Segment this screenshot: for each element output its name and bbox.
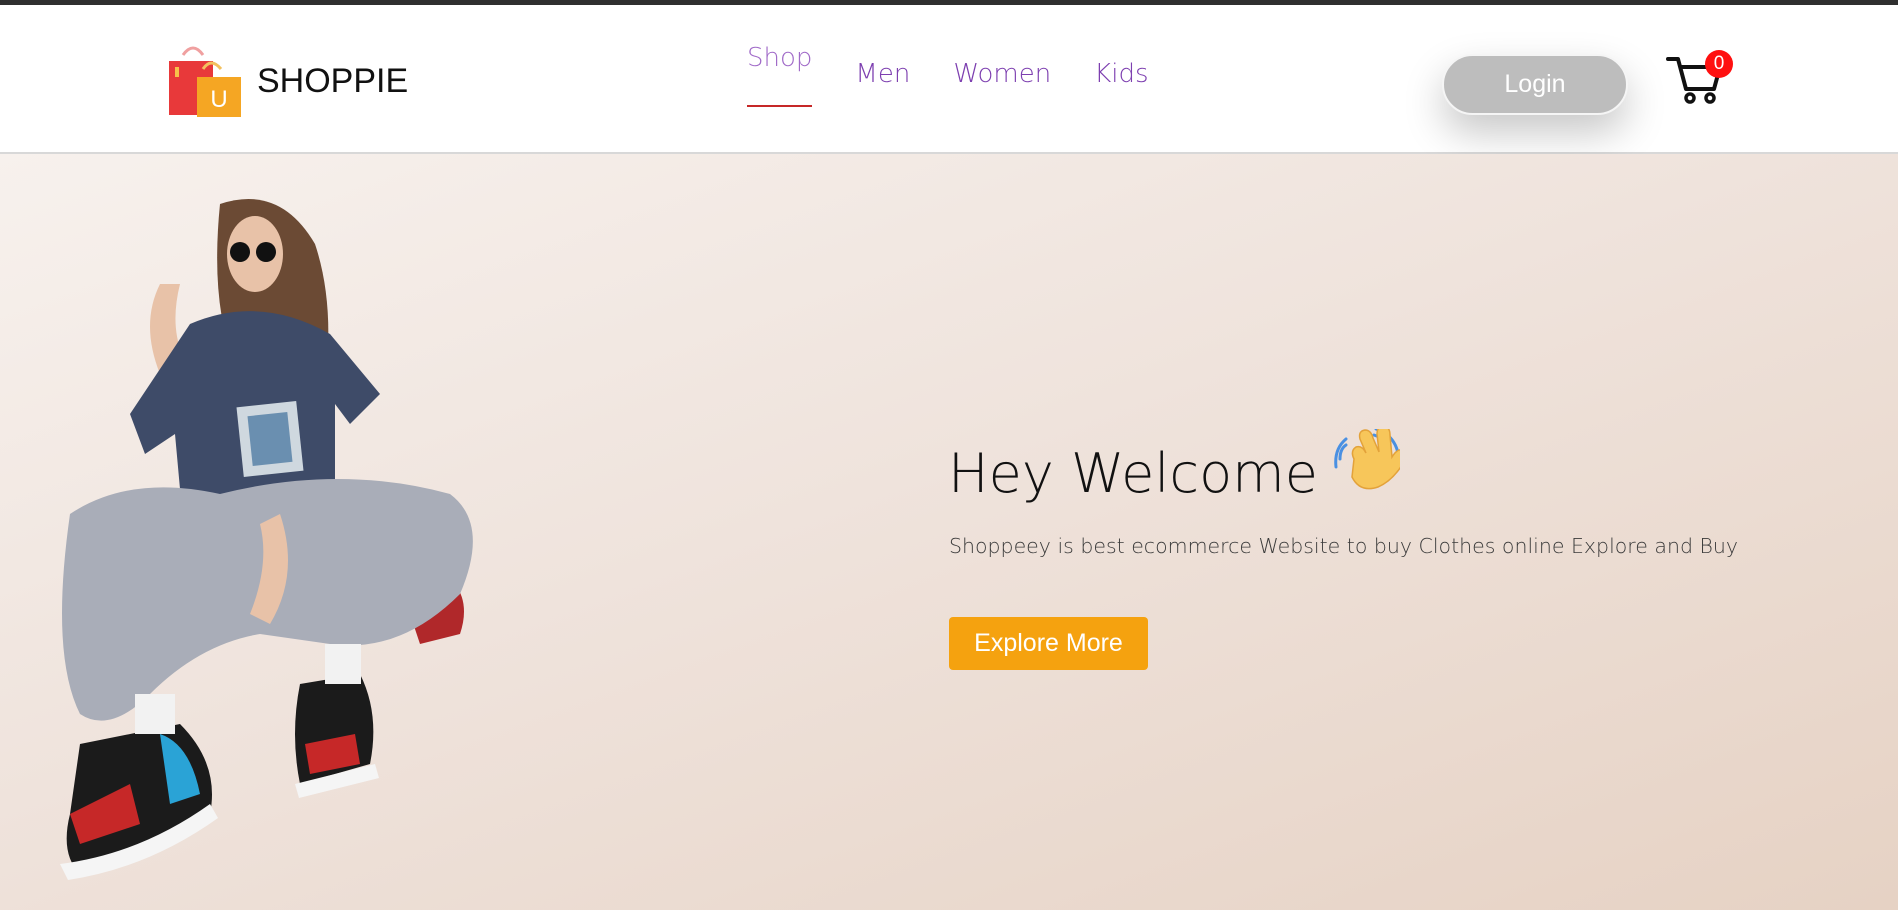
shopping-bags-icon: U: [169, 46, 241, 117]
brand-name: SHOPPIE: [257, 61, 409, 100]
nav-item-kids[interactable]: Kids: [1094, 59, 1148, 107]
model-photo: [60, 199, 473, 880]
explore-more-button[interactable]: Explore More: [949, 617, 1148, 670]
logo-letter: U: [210, 86, 227, 113]
main-nav: Shop Men Women Kids: [747, 43, 1192, 107]
cart-count-badge: 0: [1705, 50, 1733, 78]
nav-item-men[interactable]: Men: [855, 59, 910, 107]
login-button[interactable]: Login: [1442, 54, 1628, 115]
nav-item-shop[interactable]: Shop: [747, 43, 813, 107]
hero-title-text: Hey Welcome: [948, 442, 1318, 505]
hero-title: Hey Welcome: [948, 428, 1400, 505]
hero-section: Hey Welcome Shoppeey is best ecommerce W…: [0, 154, 1898, 910]
navbar: U SHOPPIE Shop Men Women Kids Login 0: [0, 5, 1898, 154]
nav-item-women[interactable]: Women: [953, 59, 1051, 107]
waving-hand-icon: [1334, 428, 1400, 489]
hero-description: Shoppeey is best ecommerce Website to bu…: [949, 534, 1739, 558]
brand-logo[interactable]: U SHOPPIE: [167, 43, 408, 119]
